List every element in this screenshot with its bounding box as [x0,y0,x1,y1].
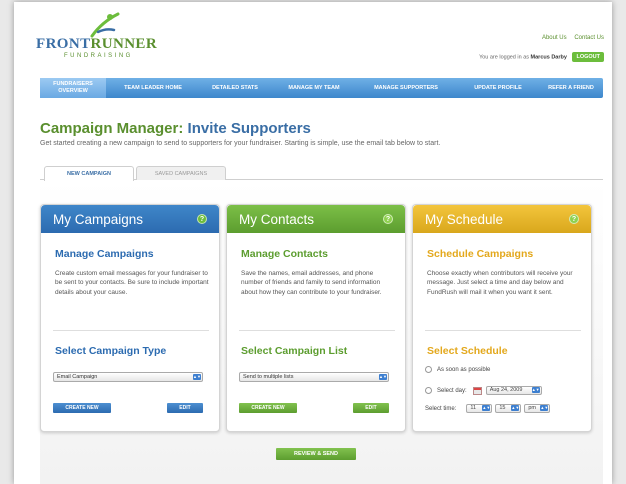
select-time-row: Select time: 11 ▲▼ 15 ▲▼ pm ▲▼ [425,404,553,413]
card-title: My Contacts [239,211,315,227]
tab-new-campaign[interactable]: NEW CAMPAIGN [44,166,134,181]
manage-contacts-description: Save the names, email addresses, and pho… [241,270,382,296]
select-arrows-icon: ▲▼ [511,405,520,411]
card-title: My Schedule [425,211,504,227]
front-runner-logo[interactable]: FRONTRUNNER FUNDRAISING [36,12,166,59]
select-arrows-icon: ▲▼ [540,405,549,411]
help-icon[interactable]: ? [569,214,579,224]
select-campaign-type-heading: Select Campaign Type [55,345,167,357]
contact-us-link[interactable]: Contact Us [574,35,604,41]
hour-select[interactable]: 11 ▲▼ [466,404,493,413]
select-day-label: Select day: [437,387,467,394]
divider [239,330,395,331]
card-header: My Schedule ? [413,205,591,233]
nav-detailed-stats[interactable]: DETAILED STATS [198,78,272,98]
nav-fundraisers-overview[interactable]: FUNDRAISERS OVERVIEW [40,78,106,98]
page-title: Campaign Manager: Invite Supporters [40,120,311,137]
page: FRONTRUNNER FUNDRAISING About Us Contact… [14,2,612,484]
asap-option[interactable]: As soon as possible [425,366,490,373]
manage-contacts-heading: Manage Contacts [241,248,328,260]
top-links: About Us Contact Us [536,35,604,41]
campaign-list-select[interactable]: Send to multiple lists ▲▼ [239,372,389,382]
calendar-icon[interactable] [472,386,482,395]
card-header: My Contacts ? [227,205,405,233]
select-arrows-icon: ▲▼ [379,374,387,380]
select-day-option[interactable]: Select day: Aug 24, 2009 ▲▼ [425,386,545,395]
nav-manage-supporters[interactable]: MANAGE SUPPORTERS [358,78,454,98]
manage-campaigns-heading: Manage Campaigns [55,248,154,260]
my-schedule-card: My Schedule ? Schedule Campaigns Choose … [412,204,592,432]
login-status: You are logged in as Marcus Darby LOGOUT [479,52,604,62]
select-arrows-icon: ▲▼ [531,387,540,393]
select-schedule-heading: Select Schedule [427,345,508,357]
runner-figure-icon [90,12,120,38]
select-campaign-list-heading: Select Campaign List [241,345,348,357]
user-name: Marcus Darby [530,54,567,61]
logo-subtitle: FUNDRAISING [64,53,133,59]
help-icon[interactable]: ? [197,214,207,224]
card-title: My Campaigns [53,211,144,227]
schedule-campaigns-description: Choose exactly when contributors will re… [427,270,573,296]
edit-campaign-button[interactable]: EDIT [167,403,203,413]
create-new-campaign-button[interactable]: CREATE NEW [53,403,111,413]
page-subtitle: Get started creating a new campaign to s… [40,140,441,147]
my-contacts-card: My Contacts ? Manage Contacts Save the n… [226,204,406,432]
review-and-send-button[interactable]: REVIEW & SEND [276,448,356,460]
login-text: You are logged in as [479,54,530,61]
minute-select[interactable]: 15 ▲▼ [495,404,522,413]
nav-manage-my-team[interactable]: MANAGE MY TEAM [276,78,352,98]
card-header: My Campaigns ? [41,205,219,233]
select-arrows-icon: ▲▼ [482,405,491,411]
my-campaigns-card: My Campaigns ? Manage Campaigns Create c… [40,204,220,432]
divider [425,330,581,331]
divider [53,330,209,331]
asap-label: As soon as possible [437,366,491,373]
nav-team-leader-home[interactable]: TEAM LEADER HOME [112,78,194,98]
ampm-select[interactable]: pm ▲▼ [524,404,551,413]
campaign-type-select[interactable]: Email Campaign ▲▼ [53,372,203,382]
manage-campaigns-description: Create custom email messages for your fu… [55,270,209,296]
main-nav: FUNDRAISERS OVERVIEW TEAM LEADER HOME DE… [40,78,603,98]
select-arrows-icon: ▲▼ [193,374,201,380]
asap-radio[interactable] [425,366,432,373]
tab-saved-campaigns[interactable]: SAVED CAMPAIGNS [136,166,226,180]
nav-update-profile[interactable]: UPDATE PROFILE [460,78,536,98]
schedule-campaigns-heading: Schedule Campaigns [427,248,534,260]
create-new-contact-button[interactable]: CREATE NEW [239,403,297,413]
select-day-radio[interactable] [425,387,432,394]
about-us-link[interactable]: About Us [542,35,567,41]
help-icon[interactable]: ? [383,214,393,224]
edit-contact-button[interactable]: EDIT [353,403,389,413]
select-time-label: Select time: [425,405,457,412]
logo-wordmark: FRONTRUNNER [36,36,158,52]
date-select[interactable]: Aug 24, 2009 ▲▼ [485,386,542,395]
nav-refer-a-friend[interactable]: REFER A FRIEND [540,78,602,98]
logout-button[interactable]: LOGOUT [572,52,604,62]
